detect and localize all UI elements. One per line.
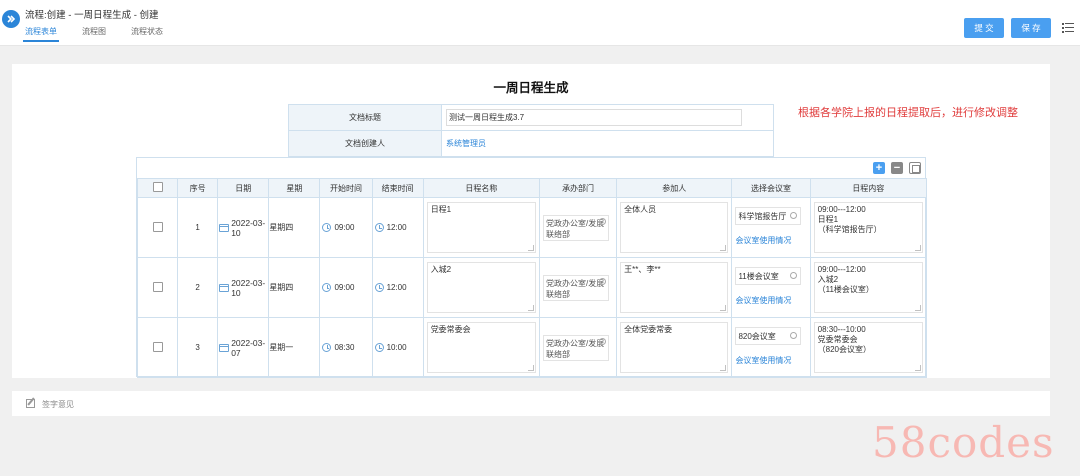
schedule-table: 序号 日期 星期 开始时间 结束时间 日程名称 承办部门 参加人 选择会议室 日… xyxy=(136,178,928,378)
room-select[interactable]: 11楼会议室 xyxy=(735,267,802,285)
clock-icon[interactable] xyxy=(322,343,332,352)
app-logo-icon xyxy=(2,10,20,28)
watermark: 58codes xyxy=(872,418,1055,467)
row-checkbox[interactable] xyxy=(152,221,163,232)
clock-icon[interactable] xyxy=(374,343,384,352)
row-checkbox[interactable] xyxy=(152,341,163,352)
creator-value[interactable]: 系统管理员 xyxy=(446,139,486,148)
search-icon[interactable] xyxy=(790,212,798,219)
col-header: 参加人 xyxy=(616,178,733,198)
end-time-field[interactable]: 12:00 xyxy=(373,223,423,232)
col-header: 日程内容 xyxy=(809,178,928,198)
signature-label: 签字意见 xyxy=(42,400,74,409)
end-time-field[interactable]: 12:00 xyxy=(373,283,423,292)
table-row: 3 2022-03-07 星期一 08:30 10:00 党委常委会 党政办公室… xyxy=(136,317,928,378)
start-time-field[interactable]: 08:30 xyxy=(320,343,371,352)
room-usage-link[interactable]: 会议室使用情况 xyxy=(735,355,791,366)
creator-label: 文档创建人 xyxy=(288,130,442,157)
calendar-icon[interactable] xyxy=(219,343,230,352)
start-time-field[interactable]: 09:00 xyxy=(320,283,371,292)
col-header: 日程名称 xyxy=(422,178,540,198)
room-usage-link[interactable]: 会议室使用情况 xyxy=(735,295,791,306)
department-select[interactable]: 党政办公室/发展联络部 xyxy=(542,275,609,301)
participants-textarea[interactable]: 全体人员 xyxy=(620,202,729,253)
submit-button[interactable]: 提 交 xyxy=(964,18,1004,38)
schedule-name-textarea[interactable]: 日程1 xyxy=(426,202,536,253)
room-usage-link[interactable]: 会议室使用情况 xyxy=(735,235,791,246)
tab-process-status[interactable]: 流程状态 xyxy=(131,26,163,42)
weekday-cell: 星期四 xyxy=(268,197,321,258)
clock-icon[interactable] xyxy=(374,283,384,292)
search-icon[interactable] xyxy=(598,338,606,345)
signature-bar[interactable]: 签字意见 xyxy=(12,391,1050,416)
col-header: 日期 xyxy=(217,178,270,198)
select-all-checkbox[interactable] xyxy=(152,182,163,192)
schedule-grid: + − 序号 日期 星期 开始时间 结束时间 日程名称 承办部门 参加人 选择会… xyxy=(136,157,928,378)
row-checkbox[interactable] xyxy=(152,281,163,292)
select-all-cell[interactable] xyxy=(136,178,179,198)
participants-textarea[interactable]: 全体党委常委 xyxy=(620,322,729,373)
search-icon[interactable] xyxy=(598,218,606,225)
department-select[interactable]: 党政办公室/发展联络部 xyxy=(542,215,609,241)
participants-textarea[interactable]: 王**、李** xyxy=(620,262,729,313)
search-icon[interactable] xyxy=(790,332,798,339)
calendar-icon[interactable] xyxy=(219,223,230,232)
row-number: 3 xyxy=(177,317,219,378)
calendar-icon[interactable] xyxy=(219,283,230,292)
breadcrumb: 流程:创建 - 一周日程生成 - 创建 xyxy=(25,10,159,21)
table-row: 2 2022-03-10 星期四 09:00 12:00 入城2 党政办公室/发… xyxy=(136,257,928,318)
form-title: 一周日程生成 xyxy=(493,81,569,95)
clock-icon[interactable] xyxy=(374,223,384,232)
schedule-content-textarea[interactable]: 09:00---12:00 日程1 （科学馆报告厅） xyxy=(813,202,923,253)
department-select[interactable]: 党政办公室/发展联络部 xyxy=(542,335,609,361)
search-icon[interactable] xyxy=(598,278,606,285)
tab-process-diagram[interactable]: 流程图 xyxy=(82,26,106,42)
search-icon[interactable] xyxy=(790,272,798,279)
signature-icon xyxy=(26,399,35,408)
schedule-content-textarea[interactable]: 08:30---10:00 党委常委会 （820会议室） xyxy=(813,322,923,373)
tab-bar: 流程表单 流程图 流程状态 xyxy=(23,26,163,42)
row-number: 1 xyxy=(177,197,219,258)
col-header: 承办部门 xyxy=(538,178,618,198)
clock-icon[interactable] xyxy=(322,223,332,232)
col-header: 结束时间 xyxy=(371,178,424,198)
top-bar: 流程:创建 - 一周日程生成 - 创建 流程表单 流程图 流程状态 提 交 保 … xyxy=(0,0,1080,46)
schedule-name-textarea[interactable]: 党委常委会 xyxy=(426,322,536,373)
weekday-cell: 星期四 xyxy=(268,257,321,318)
room-select[interactable]: 820会议室 xyxy=(735,327,802,345)
tab-process-form[interactable]: 流程表单 xyxy=(23,26,59,42)
save-button[interactable]: 保 存 xyxy=(1011,18,1051,38)
menu-icon[interactable] xyxy=(1062,22,1074,33)
doc-title-label: 文档标题 xyxy=(288,104,442,131)
form-card: 一周日程生成 根据各学院上报的日程提取后，进行修改调整 文档标题 测试一周日程生… xyxy=(12,64,1050,378)
schedule-content-textarea[interactable]: 09:00---12:00 入城2 （11楼会议室） xyxy=(813,262,923,313)
date-field[interactable]: 2022-03-10 xyxy=(218,278,268,298)
doc-title-input[interactable]: 测试一周日程生成3.7 xyxy=(446,109,742,126)
end-time-field[interactable]: 10:00 xyxy=(373,343,423,352)
col-header: 开始时间 xyxy=(319,178,373,198)
date-field[interactable]: 2022-03-10 xyxy=(218,218,268,238)
add-row-icon[interactable]: + xyxy=(873,162,885,174)
room-select[interactable]: 科学馆报告厅 xyxy=(735,207,802,225)
row-number: 2 xyxy=(177,257,219,318)
clock-icon[interactable] xyxy=(322,283,332,292)
col-header: 序号 xyxy=(177,178,219,198)
col-header: 星期 xyxy=(268,178,321,198)
remove-row-icon[interactable]: − xyxy=(891,162,903,174)
schedule-name-textarea[interactable]: 入城2 xyxy=(426,262,536,313)
document-meta-table: 文档标题 测试一周日程生成3.7 文档创建人 系统管理员 xyxy=(288,104,774,157)
start-time-field[interactable]: 09:00 xyxy=(320,223,371,232)
col-header: 选择会议室 xyxy=(731,178,811,198)
table-row: 1 2022-03-10 星期四 09:00 12:00 日程1 党政办公室/发… xyxy=(136,197,928,258)
grid-toolbar: + − xyxy=(873,162,921,174)
annotation-note: 根据各学院上报的日程提取后，进行修改调整 xyxy=(798,107,1018,119)
date-field[interactable]: 2022-03-07 xyxy=(218,338,268,358)
copy-row-icon[interactable] xyxy=(909,162,921,174)
weekday-cell: 星期一 xyxy=(268,317,321,378)
